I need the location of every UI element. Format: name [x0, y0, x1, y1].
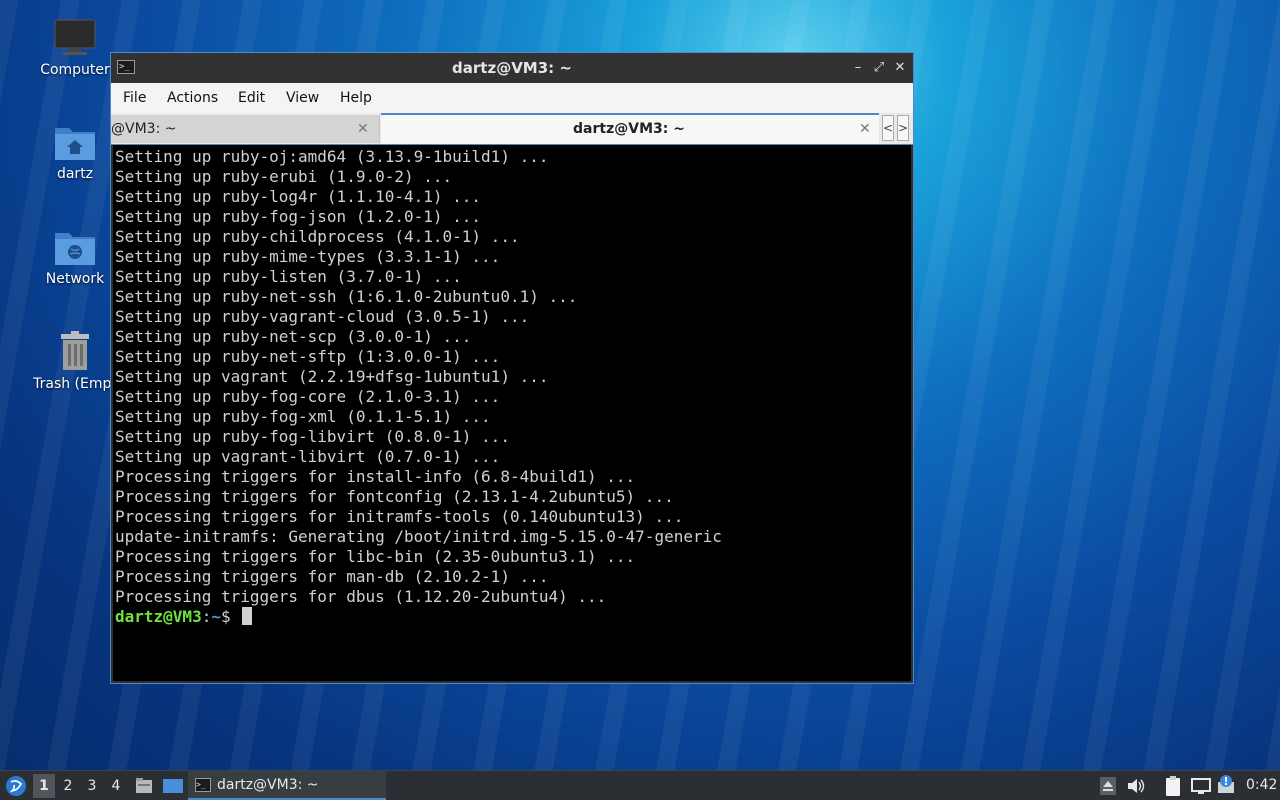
- volume-icon[interactable]: [1126, 777, 1146, 795]
- tab-label: dartz@VM3: ~: [573, 121, 685, 137]
- terminal-line: Setting up ruby-fog-core (2.1.0-3.1) ...: [115, 387, 501, 406]
- terminal-line: Setting up ruby-mime-types (3.3.1-1) ...: [115, 247, 501, 266]
- terminal-line: Processing triggers for man-db (2.10.2-1…: [115, 567, 549, 586]
- file-manager-launcher-icon[interactable]: [134, 776, 154, 796]
- menu-help[interactable]: Help: [340, 83, 372, 113]
- terminal-window[interactable]: >_ dartz@VM3: ~ – ⤢ ✕ File Actions Edit …: [110, 52, 914, 684]
- menu-view[interactable]: View: [286, 83, 319, 113]
- terminal-line: update-initramfs: Generating /boot/initr…: [115, 527, 722, 546]
- tab-bar: @VM3: ~ ✕ dartz@VM3: ~ ✕ < >: [111, 113, 913, 145]
- network-folder-icon: [55, 233, 95, 265]
- menu-file[interactable]: File: [123, 83, 146, 113]
- terminal-line: Setting up ruby-fog-libvirt (0.8.0-1) ..…: [115, 427, 510, 446]
- computer-icon: [54, 19, 96, 55]
- show-desktop-icon[interactable]: [162, 776, 184, 796]
- prompt-symbol: $: [220, 607, 241, 626]
- terminal-line: Processing triggers for initramfs-tools …: [115, 507, 684, 526]
- start-menu-icon[interactable]: [4, 774, 28, 798]
- terminal-line: Setting up ruby-listen (3.7.0-1) ...: [115, 267, 462, 286]
- terminal-line: Setting up ruby-net-scp (3.0.0-1) ...: [115, 327, 472, 346]
- terminal-line: Processing triggers for install-info (6.…: [115, 467, 636, 486]
- taskbar-task-terminal[interactable]: >_ dartz@VM3: ~: [188, 771, 386, 800]
- menu-edit[interactable]: Edit: [238, 83, 265, 113]
- terminal-line: Setting up ruby-net-sftp (1:3.0.0-1) ...: [115, 347, 501, 366]
- terminal-app-icon: >_: [195, 778, 211, 792]
- maximize-button[interactable]: ⤢: [870, 59, 888, 77]
- tab-2[interactable]: dartz@VM3: ~ ✕: [381, 113, 879, 144]
- terminal-cursor: [242, 607, 253, 625]
- terminal-line: Processing triggers for fontconfig (2.13…: [115, 487, 674, 506]
- terminal-line: Setting up ruby-vagrant-cloud (3.0.5-1) …: [115, 307, 530, 326]
- terminal-line: Processing triggers for libc-bin (2.35-0…: [115, 547, 636, 566]
- close-button[interactable]: ✕: [891, 59, 909, 77]
- menu-actions[interactable]: Actions: [167, 83, 218, 113]
- menu-bar: File Actions Edit View Help: [111, 83, 913, 113]
- prompt-path: ~: [211, 607, 221, 626]
- prompt-user: dartz@VM3: [115, 607, 202, 626]
- terminal-prompt-line[interactable]: dartz@VM3:~$: [115, 607, 722, 627]
- workspace-2[interactable]: 2: [57, 774, 79, 798]
- terminal-line: Setting up ruby-oj:amd64 (3.13.9-1build1…: [115, 147, 549, 166]
- tab-label: @VM3: ~: [111, 121, 177, 137]
- terminal-line: Processing triggers for dbus (1.12.20-2u…: [115, 587, 607, 606]
- terminal-line: Setting up ruby-fog-json (1.2.0-1) ...: [115, 207, 482, 226]
- terminal-line: Setting up vagrant (2.2.19+dfsg-1ubuntu1…: [115, 367, 549, 386]
- window-title: dartz@VM3: ~: [452, 59, 572, 77]
- terminal-line: Setting up ruby-fog-xml (0.1.1-5.1) ...: [115, 407, 491, 426]
- tab-scroll-left-button[interactable]: <: [882, 115, 894, 141]
- tab-1[interactable]: @VM3: ~ ✕: [111, 115, 380, 143]
- terminal-output[interactable]: Setting up ruby-oj:amd64 (3.13.9-1build1…: [113, 145, 911, 681]
- terminal-line: Setting up ruby-childprocess (4.1.0-1) .…: [115, 227, 520, 246]
- workspace-1[interactable]: 1: [33, 774, 55, 798]
- terminal-lines: Setting up ruby-oj:amd64 (3.13.9-1build1…: [115, 147, 722, 627]
- minimize-button[interactable]: –: [849, 59, 867, 77]
- terminal-line: Setting up ruby-log4r (1.1.10-4.1) ...: [115, 187, 482, 206]
- prompt-sep: :: [201, 607, 212, 626]
- taskbar: 1 2 3 4 >_ dartz@VM3: ~ 0:42: [0, 770, 1280, 800]
- terminal-line: Setting up ruby-erubi (1.9.0-2) ...: [115, 167, 453, 186]
- eject-icon[interactable]: [1099, 776, 1117, 796]
- task-label: dartz@VM3: ~: [217, 777, 319, 793]
- clock: 0:42: [1246, 777, 1278, 793]
- workspace-4[interactable]: 4: [105, 774, 127, 798]
- terminal-line: Setting up vagrant-libvirt (0.7.0-1) ...: [115, 447, 501, 466]
- tab-close-icon[interactable]: ✕: [859, 115, 871, 143]
- tab-scroll-right-button[interactable]: >: [897, 115, 909, 141]
- network-status-icon[interactable]: [1190, 776, 1212, 796]
- workspace-3[interactable]: 3: [81, 774, 103, 798]
- terminal-line: Setting up ruby-net-ssh (1:6.1.0-2ubuntu…: [115, 287, 578, 306]
- home-folder-icon: [55, 128, 95, 160]
- clipboard-icon[interactable]: [1163, 775, 1183, 797]
- tab-close-icon[interactable]: ✕: [357, 115, 369, 143]
- trash-icon: [61, 331, 89, 370]
- window-titlebar[interactable]: >_ dartz@VM3: ~ – ⤢ ✕: [111, 53, 913, 83]
- notification-icon[interactable]: [1216, 774, 1238, 796]
